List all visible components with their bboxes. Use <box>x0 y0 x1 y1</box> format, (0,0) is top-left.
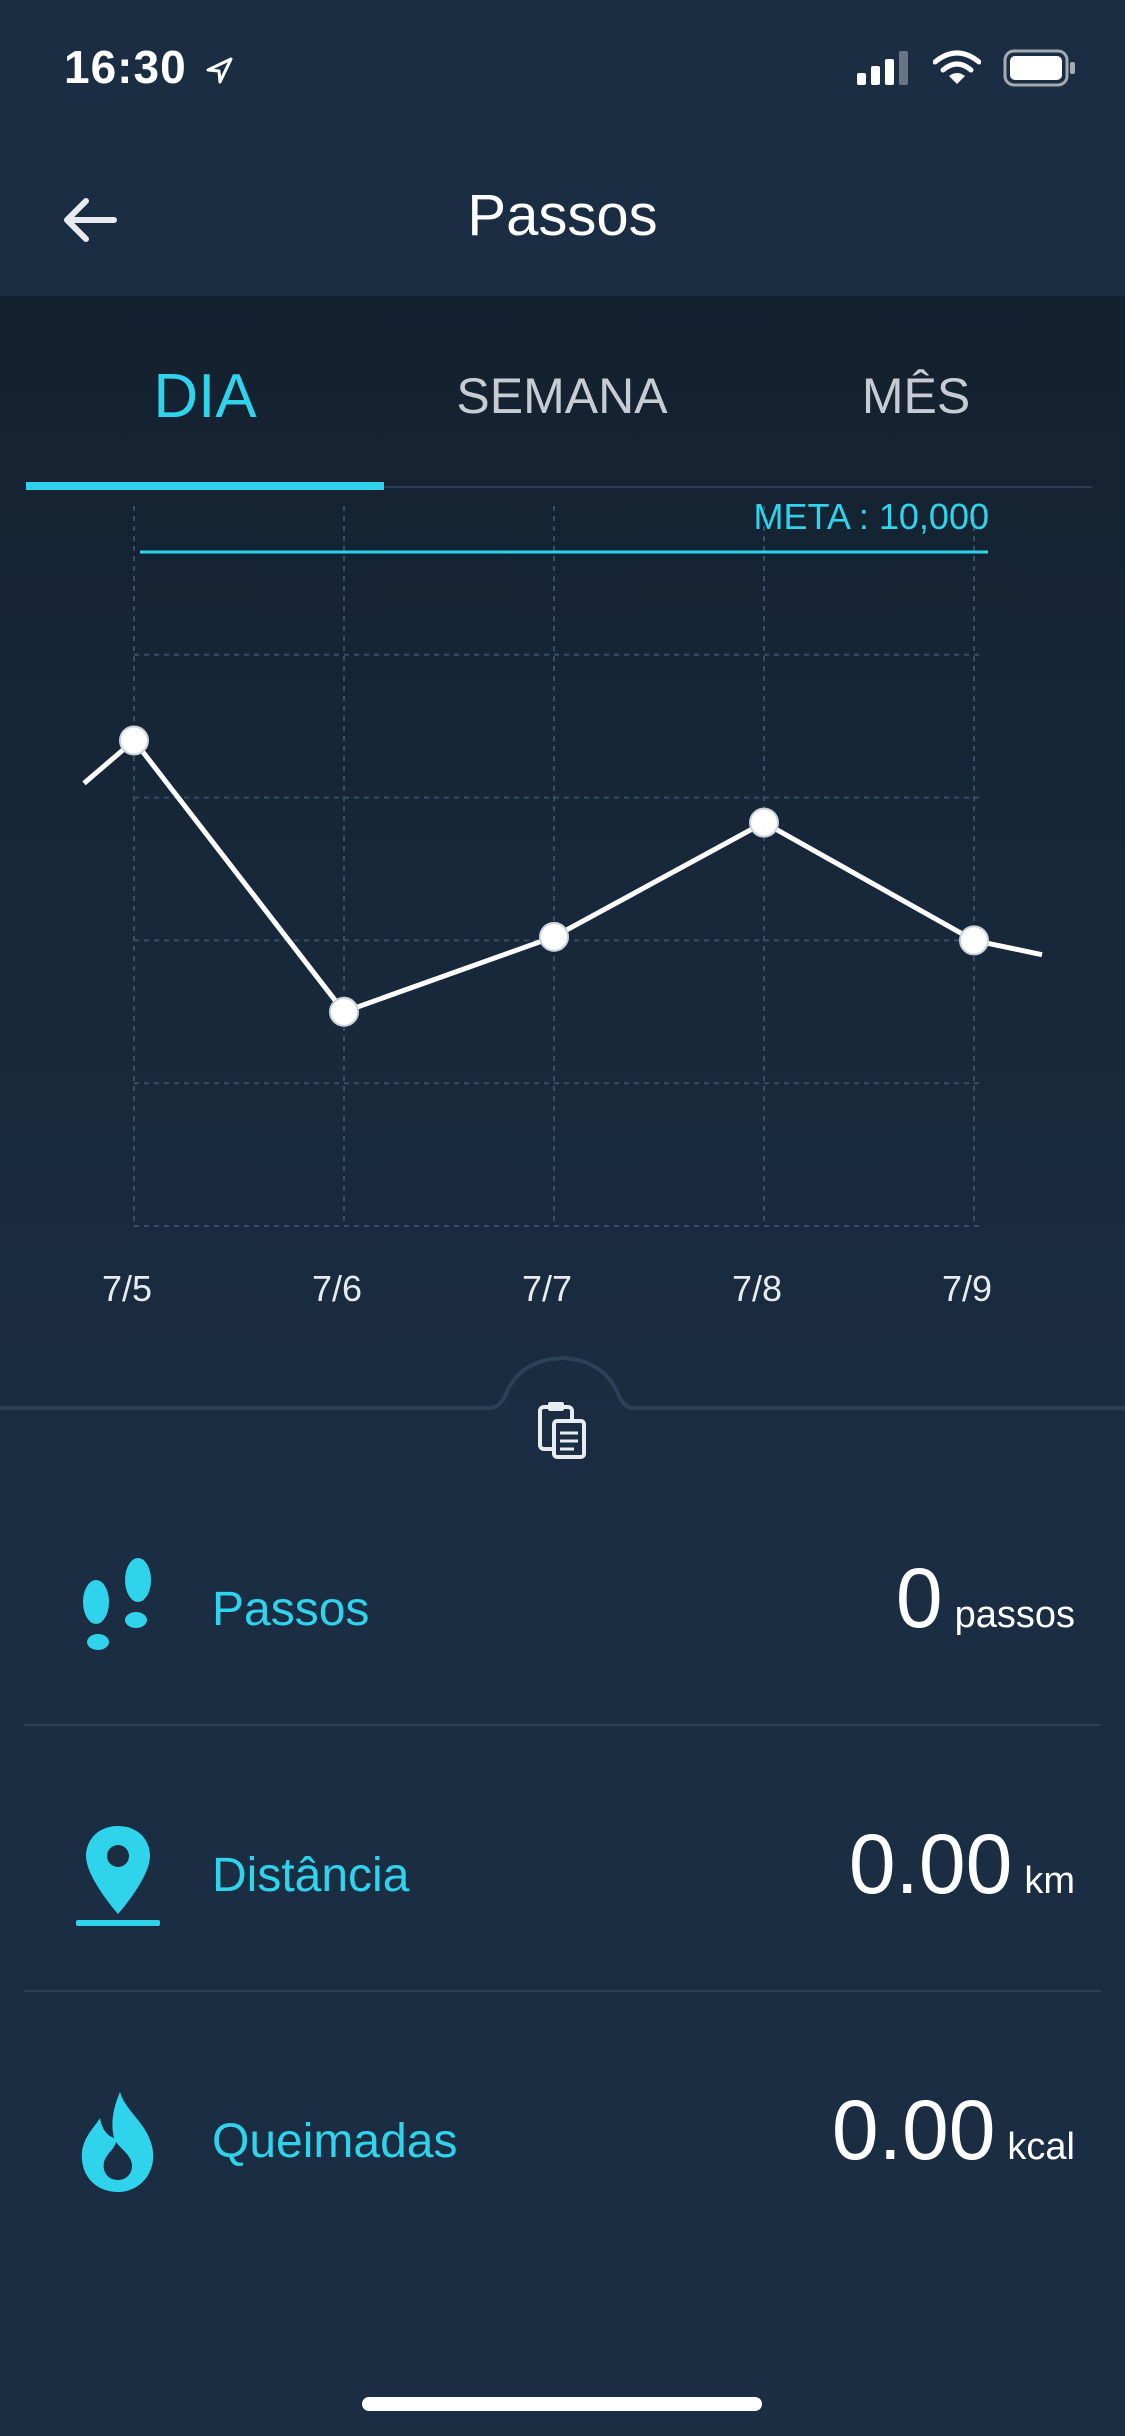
stat-label: Passos <box>212 1583 370 1636</box>
stat-value: 0.00 km <box>849 1816 1075 1913</box>
status-indicators <box>857 46 1077 90</box>
x-tick-label: 7/9 <box>941 1268 993 1309</box>
section-divider <box>0 1350 1125 1460</box>
stats-list: Passos 0 passos Distância 0.00 km Queima… <box>0 1460 1125 2258</box>
x-tick-label: 7/5 <box>101 1268 153 1309</box>
cellular-signal-icon <box>857 51 908 85</box>
stat-number: 0.00 <box>848 1817 1013 1911</box>
stat-row-distancia: Distância 0.00 km <box>0 1726 1125 1992</box>
flame-icon <box>81 2092 154 2192</box>
steps-line-chart[interactable] <box>0 296 1125 1406</box>
x-tick-label: 7/8 <box>731 1268 783 1309</box>
status-bar: 16:30 <box>0 0 1125 140</box>
clipboard-icon <box>538 1402 586 1459</box>
home-indicator[interactable] <box>362 2397 762 2411</box>
status-time: 16:30 <box>64 40 234 94</box>
stat-unit: km <box>1024 1860 1075 1902</box>
stat-unit: kcal <box>1007 2126 1075 2168</box>
wifi-icon <box>933 50 981 84</box>
page-title: Passos <box>467 183 658 248</box>
x-tick-label: 7/7 <box>521 1268 573 1309</box>
steps-series-line <box>82 737 1043 1015</box>
data-point[interactable] <box>119 725 149 756</box>
stat-value: 0 passos <box>896 1550 1075 1647</box>
stat-row-passos: Passos 0 passos <box>0 1460 1125 1726</box>
stat-number: 0 <box>895 1551 943 1645</box>
stat-number: 0.00 <box>831 2083 996 2177</box>
stat-label: Queimadas <box>212 2115 458 2168</box>
nav-bar: Passos <box>0 140 1125 296</box>
battery-icon <box>1003 49 1075 87</box>
data-point[interactable] <box>749 807 779 838</box>
location-pin-icon <box>76 1826 160 1926</box>
data-point[interactable] <box>539 921 569 952</box>
stat-unit: passos <box>954 1594 1075 1636</box>
footsteps-icon <box>83 1558 151 1650</box>
data-point[interactable] <box>959 925 989 956</box>
location-arrow-icon <box>206 57 233 84</box>
chart-area: DIA SEMANA MÊS META : 10,000 7/5 7/6 7/7… <box>0 296 1125 1406</box>
stat-value: 0.00 kcal <box>832 2082 1075 2179</box>
goal-label: META : 10,000 <box>753 496 989 537</box>
x-tick-label: 7/6 <box>311 1268 363 1309</box>
stat-label: Distância <box>212 1849 410 1902</box>
data-point[interactable] <box>329 996 359 1027</box>
stat-row-queimadas: Queimadas 0.00 kcal <box>0 1992 1125 2258</box>
summary-button[interactable] <box>522 1390 602 1470</box>
